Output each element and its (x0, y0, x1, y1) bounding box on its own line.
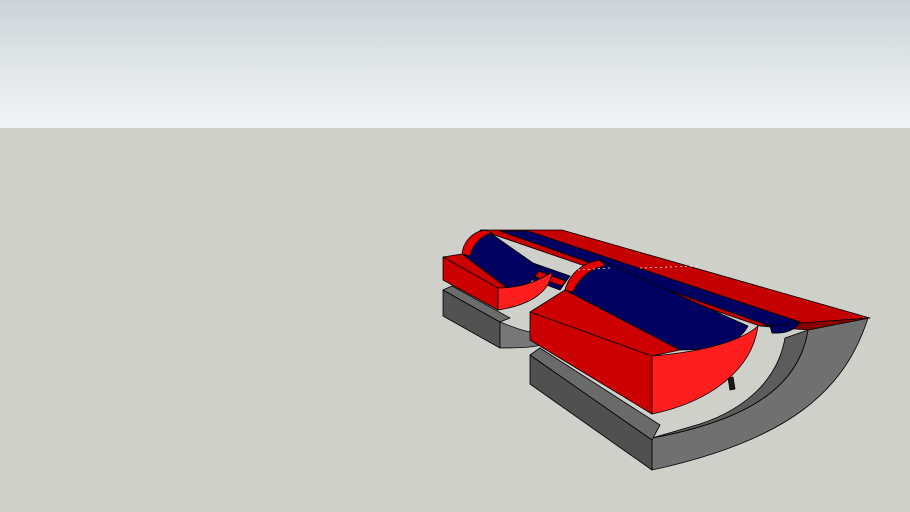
half-pipe-model[interactable] (0, 0, 910, 512)
3d-viewport[interactable] (0, 0, 910, 512)
